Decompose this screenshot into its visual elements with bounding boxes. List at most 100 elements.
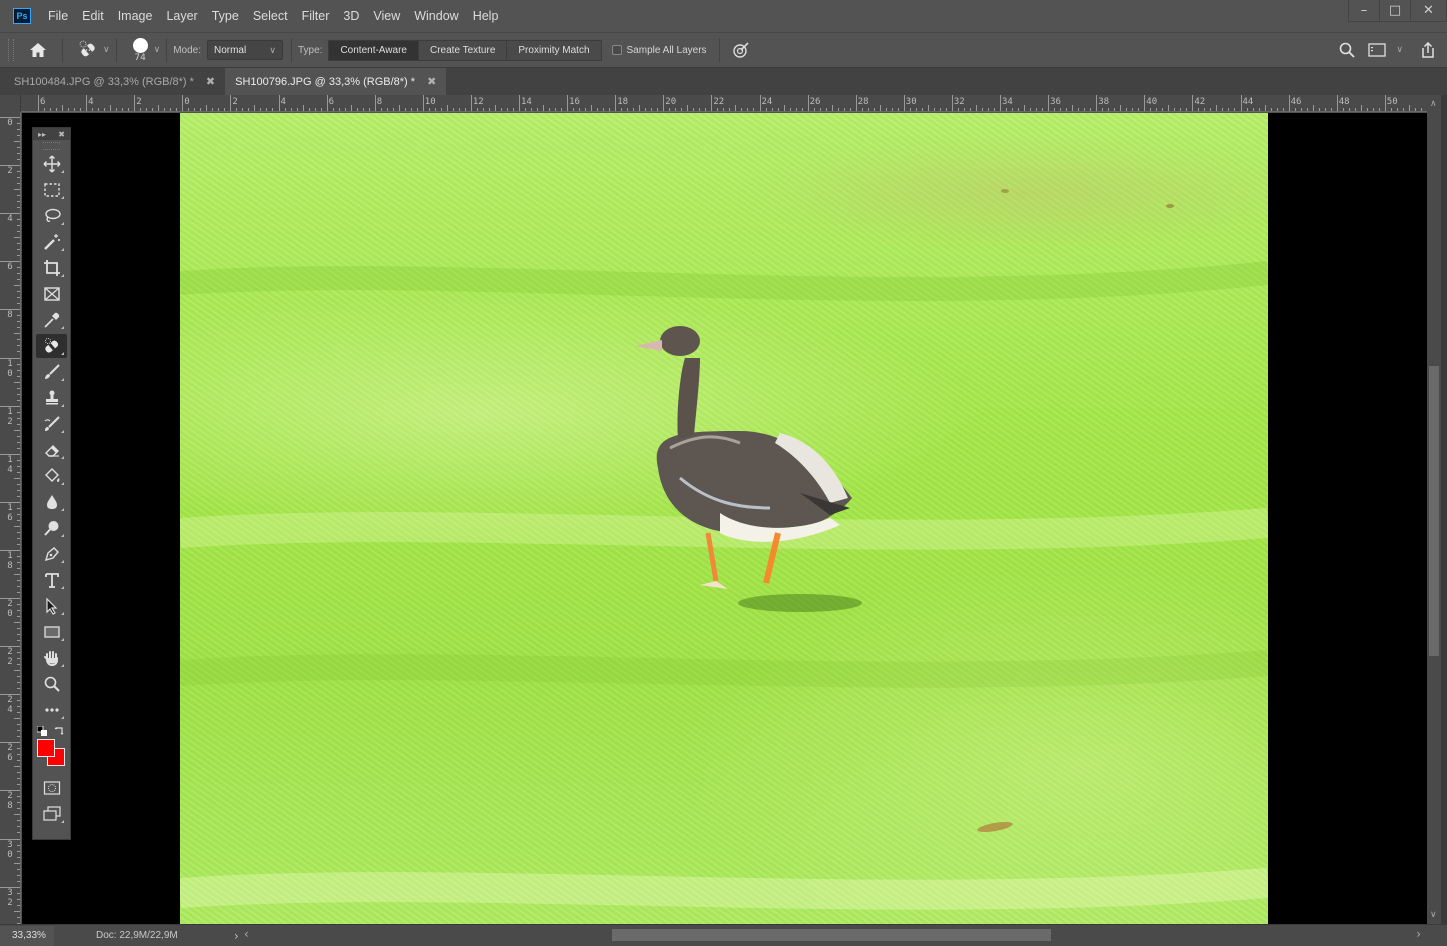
ruler-minor-tick bbox=[17, 441, 20, 443]
type-proximity-match[interactable]: Proximity Match bbox=[507, 40, 601, 60]
ruler-minor-tick bbox=[17, 243, 20, 245]
rectangular-marquee-tool[interactable] bbox=[36, 178, 67, 202]
swap-colors-icon[interactable] bbox=[54, 725, 65, 736]
vertical-scroll-thumb[interactable] bbox=[1429, 366, 1439, 656]
type-content-aware[interactable]: Content-Aware bbox=[329, 40, 419, 60]
history-brush-tool[interactable] bbox=[36, 412, 67, 436]
close-icon[interactable]: ✖ bbox=[206, 75, 215, 88]
minimize-button[interactable]: – bbox=[1349, 0, 1380, 21]
mode-select[interactable]: Normal ∨ bbox=[206, 40, 283, 60]
dodge-tool[interactable] bbox=[36, 516, 67, 540]
lasso-tool[interactable] bbox=[36, 204, 67, 228]
path-selection-tool[interactable] bbox=[36, 594, 67, 618]
ruler-minor-tick bbox=[218, 108, 220, 111]
ruler-minor-tick bbox=[17, 543, 20, 545]
ruler-minor-tick bbox=[1018, 108, 1020, 111]
maximize-button[interactable]: □ bbox=[1380, 0, 1411, 21]
magic-wand-tool[interactable] bbox=[36, 230, 67, 254]
home-button[interactable] bbox=[20, 42, 56, 58]
ruler-label: 20 bbox=[7, 599, 13, 619]
collapse-toolbox-icon[interactable]: ▸▸ bbox=[38, 130, 46, 139]
chevron-down-icon[interactable]: ∨ bbox=[1396, 45, 1403, 55]
menu-type[interactable]: Type bbox=[212, 9, 239, 23]
menu-view[interactable]: View bbox=[373, 9, 400, 23]
paint-bucket-tool[interactable] bbox=[36, 464, 67, 488]
scroll-down-icon[interactable]: ∨ bbox=[1430, 910, 1437, 920]
ruler-minor-tick bbox=[1402, 108, 1404, 111]
close-button[interactable]: ✕ bbox=[1411, 0, 1447, 21]
tab-sh100484[interactable]: SH100484.JPG @ 33,3% (RGB/8*) * ✖ bbox=[0, 68, 225, 95]
close-toolbox-icon[interactable]: ✖ bbox=[58, 130, 65, 139]
menu-edit[interactable]: Edit bbox=[82, 9, 104, 23]
eraser-tool[interactable] bbox=[36, 438, 67, 462]
horizontal-ruler[interactable]: 6 4 2 0 2 4 6 8 10 12 14 16 18 20 22 24 26 28 30 32 34 36 38 40… bbox=[21, 95, 1427, 112]
chevron-down-icon[interactable]: ∨ bbox=[154, 45, 161, 55]
close-icon[interactable]: ✖ bbox=[427, 75, 436, 88]
ruler-origin[interactable] bbox=[0, 95, 21, 112]
ruler-minor-tick bbox=[254, 105, 256, 111]
menu-select[interactable]: Select bbox=[253, 9, 288, 23]
spot-healing-brush-tool[interactable] bbox=[36, 334, 67, 358]
brush-tool[interactable] bbox=[36, 360, 67, 384]
screen-mode-button[interactable] bbox=[36, 802, 67, 826]
ruler-major-tick bbox=[38, 95, 39, 111]
canvas-area[interactable] bbox=[22, 113, 1427, 924]
rectangle-tool[interactable] bbox=[36, 620, 67, 644]
toolbox-grip[interactable] bbox=[43, 142, 60, 150]
horizontal-scrollbar[interactable]: ‹ › bbox=[238, 927, 1427, 943]
blur-tool[interactable] bbox=[36, 490, 67, 514]
hand-tool[interactable] bbox=[36, 646, 67, 670]
chevron-down-icon: ∨ bbox=[269, 44, 276, 55]
clone-stamp-tool[interactable] bbox=[36, 386, 67, 410]
share-button[interactable] bbox=[1413, 42, 1443, 58]
menu-window[interactable]: Window bbox=[414, 9, 458, 23]
ruler-label: 46 bbox=[1290, 97, 1302, 107]
foreground-color-swatch[interactable] bbox=[37, 739, 55, 757]
crop-tool[interactable] bbox=[36, 256, 67, 280]
pressure-size-button[interactable] bbox=[732, 41, 750, 59]
menu-image[interactable]: Image bbox=[118, 9, 153, 23]
menu-layer[interactable]: Layer bbox=[166, 9, 197, 23]
ruler-minor-tick bbox=[17, 676, 20, 678]
vertical-ruler[interactable]: 02468101214161820222426283032 bbox=[0, 112, 21, 924]
ruler-minor-tick bbox=[705, 108, 707, 111]
zoom-level-field[interactable]: 33,33% bbox=[0, 925, 54, 946]
vertical-scrollbar[interactable]: ∧ ∨ bbox=[1427, 95, 1441, 924]
type-tool[interactable] bbox=[36, 568, 67, 592]
tool-preset-picker[interactable]: ∨ bbox=[77, 40, 110, 60]
menu-file[interactable]: File bbox=[48, 9, 68, 23]
ruler-minor-tick bbox=[14, 862, 20, 864]
scroll-left-icon[interactable]: ‹ bbox=[244, 927, 249, 941]
ruler-label: 42 bbox=[1194, 97, 1206, 107]
ruler-minor-tick bbox=[633, 108, 635, 111]
edit-toolbar-button[interactable] bbox=[36, 698, 67, 722]
scroll-up-icon[interactable]: ∧ bbox=[1430, 99, 1437, 109]
search-button[interactable] bbox=[1332, 42, 1362, 58]
quick-mask-button[interactable] bbox=[36, 776, 67, 800]
ruler-label: 18 bbox=[7, 550, 13, 571]
move-tool[interactable] bbox=[36, 152, 67, 176]
ruler-label: 10 bbox=[7, 358, 13, 379]
brush-preset-picker[interactable]: 74 bbox=[132, 37, 148, 63]
eyedropper-tool[interactable] bbox=[36, 308, 67, 332]
submenu-indicator bbox=[61, 534, 64, 537]
type-create-texture[interactable]: Create Texture bbox=[418, 40, 508, 60]
default-colors-icon[interactable] bbox=[37, 726, 47, 736]
menu-filter[interactable]: Filter bbox=[302, 9, 330, 23]
menu-help[interactable]: Help bbox=[473, 9, 499, 23]
zoom-tool[interactable] bbox=[36, 672, 67, 696]
ruler-minor-tick bbox=[17, 730, 20, 732]
ruler-minor-tick bbox=[17, 826, 20, 828]
ruler-minor-tick bbox=[14, 237, 20, 239]
ruler-minor-tick bbox=[17, 832, 20, 834]
workspace-button[interactable] bbox=[1362, 43, 1392, 57]
options-bar-grip[interactable] bbox=[8, 39, 14, 61]
menu-3d[interactable]: 3D bbox=[343, 9, 359, 23]
sample-all-layers-checkbox[interactable] bbox=[611, 45, 622, 55]
document-image[interactable] bbox=[180, 113, 1268, 924]
horizontal-scroll-thumb[interactable] bbox=[612, 929, 1051, 941]
frame-tool[interactable] bbox=[36, 282, 67, 306]
pen-tool[interactable] bbox=[36, 542, 67, 566]
tab-sh100796[interactable]: SH100796.JPG @ 33,3% (RGB/8*) * ✖ bbox=[225, 68, 447, 95]
scroll-right-icon[interactable]: › bbox=[1416, 927, 1421, 941]
